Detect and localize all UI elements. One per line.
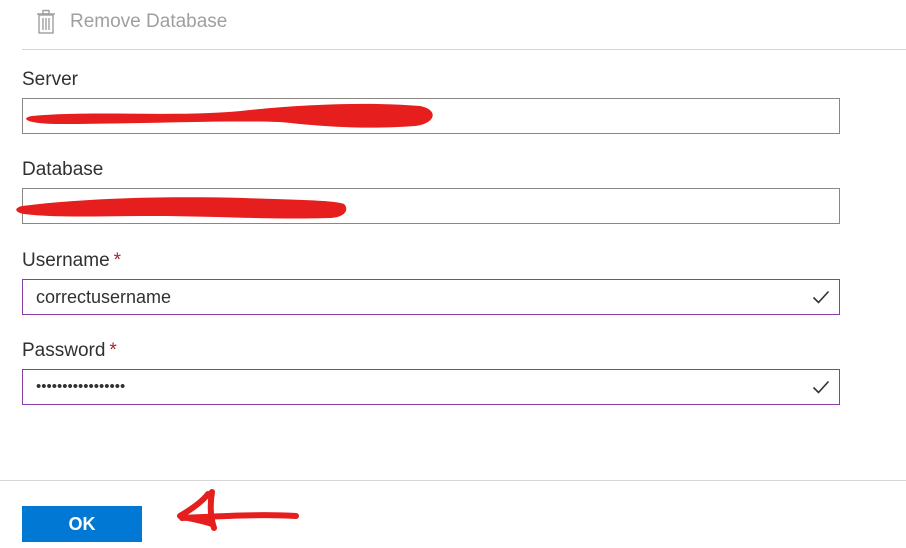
toolbar: Remove Database (22, 0, 906, 50)
password-value: ••••••••••••••••• (36, 378, 126, 395)
username-label-row: Username * (22, 249, 840, 273)
database-field: Database (22, 158, 840, 224)
trash-icon (36, 9, 56, 35)
checkmark-icon (812, 378, 830, 396)
required-marker: * (109, 340, 117, 361)
password-label: Password (22, 340, 106, 361)
server-field: Server (22, 68, 840, 134)
database-input[interactable] (22, 188, 840, 224)
password-field: Password * ••••••••••••••••• (22, 339, 840, 405)
footer-divider (0, 480, 906, 481)
username-label: Username (22, 250, 110, 271)
remove-database-label: Remove Database (70, 11, 228, 32)
arrow-annotation (177, 489, 299, 531)
password-label-row: Password * (22, 339, 840, 363)
remove-database-button[interactable]: Remove Database (36, 9, 227, 35)
ok-button[interactable]: OK (22, 506, 142, 542)
required-marker: * (113, 250, 122, 271)
username-input[interactable]: correctusername (22, 279, 840, 315)
username-value: correctusername (36, 287, 172, 307)
server-input[interactable] (22, 98, 840, 134)
checkmark-icon (812, 288, 830, 306)
server-label: Server (22, 69, 78, 90)
username-field: Username * correctusername (22, 249, 840, 315)
password-input[interactable]: ••••••••••••••••• (22, 369, 840, 405)
database-label: Database (22, 159, 104, 180)
connection-dialog: Remove Database Server Database Username… (0, 0, 906, 548)
